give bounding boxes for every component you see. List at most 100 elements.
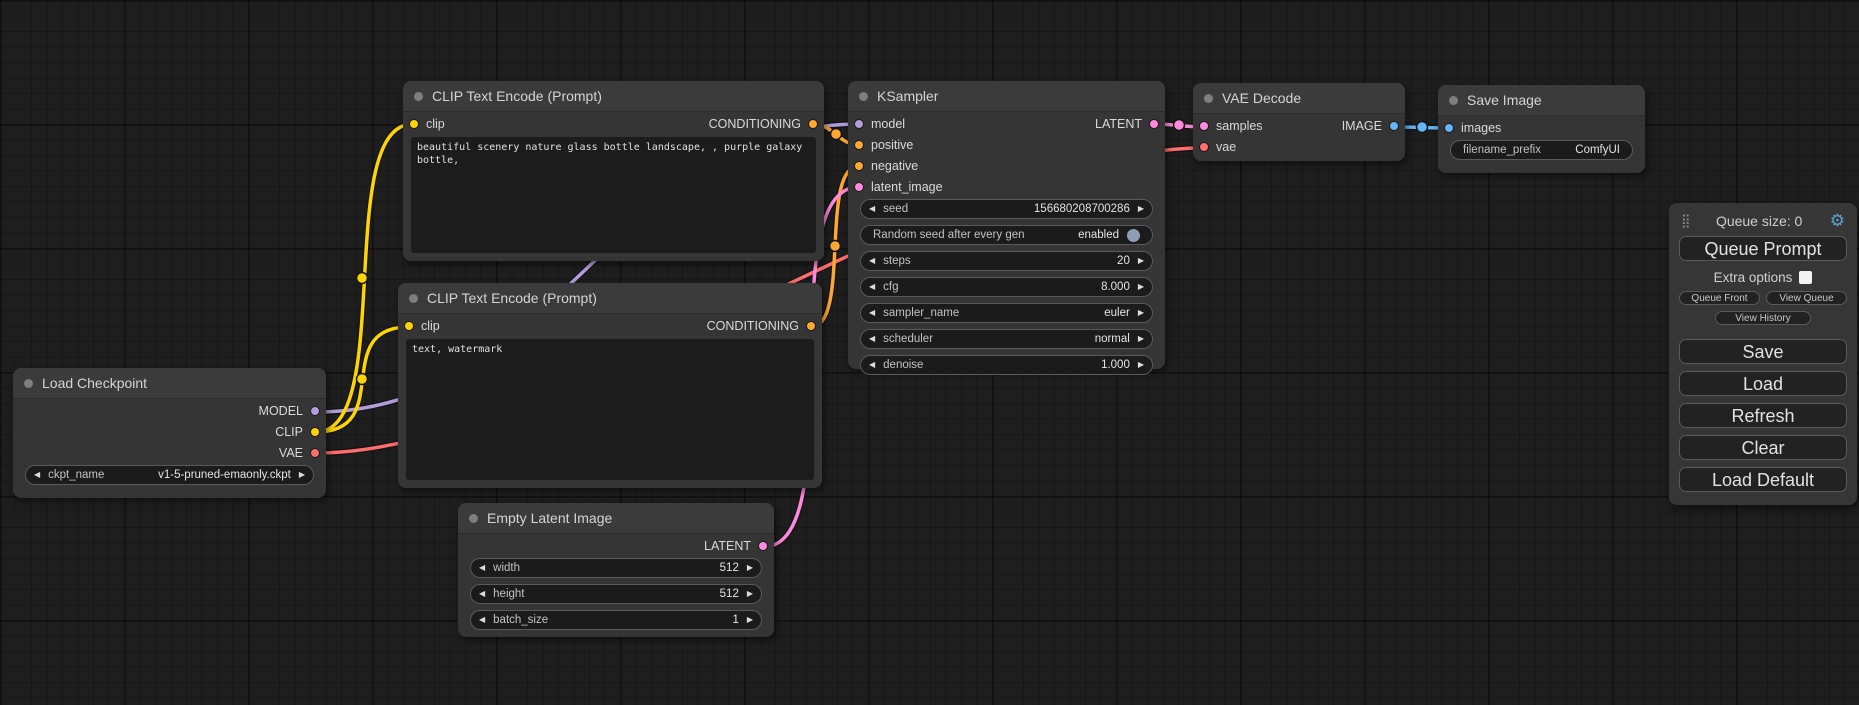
collapse-dot-icon[interactable] [409,294,418,303]
increment-arrow-icon[interactable]: ▶ [1130,200,1152,218]
collapse-dot-icon[interactable] [414,92,423,101]
random-seed-toggle-widget[interactable]: Random seed after every gen enabled [860,225,1153,245]
slot-dot-conditioning-icon[interactable] [854,140,864,150]
load-button[interactable]: Load [1679,371,1847,396]
output-slot-latent[interactable]: LATENT [704,539,774,553]
input-slot-clip[interactable]: clip [403,117,445,131]
batch-size-widget[interactable]: ◀ batch_size 1 ▶ [470,610,762,630]
increment-arrow-icon[interactable]: ▶ [739,611,761,629]
slot-dot-latent-icon[interactable] [758,541,768,551]
queue-front-button[interactable]: Queue Front [1679,291,1760,305]
decrement-arrow-icon[interactable]: ◀ [861,278,883,296]
save-button[interactable]: Save [1679,339,1847,364]
slot-dot-vae-icon[interactable] [1199,142,1209,152]
node-title-bar[interactable]: Save Image [1438,85,1645,116]
collapse-dot-icon[interactable] [24,379,33,388]
drag-handle-icon[interactable]: ⣿ [1681,213,1689,229]
sampler-name-widget[interactable]: ◀ sampler_name euler ▶ [860,303,1153,323]
collapse-dot-icon[interactable] [469,514,478,523]
width-widget[interactable]: ◀ width 512 ▶ [470,558,762,578]
collapse-dot-icon[interactable] [859,92,868,101]
collapse-dot-icon[interactable] [1204,94,1213,103]
decrement-arrow-icon[interactable]: ◀ [861,252,883,270]
increment-arrow-icon[interactable]: ▶ [1130,304,1152,322]
decrement-arrow-icon[interactable]: ◀ [861,356,883,374]
input-slot-positive[interactable]: positive [848,138,913,152]
slot-dot-clip-icon[interactable] [409,119,419,129]
ckpt-name-widget[interactable]: ◀ ckpt_name v1-5-pruned-emaonly.ckpt ▶ [25,465,314,485]
node-title-bar[interactable]: VAE Decode [1193,83,1405,114]
node-load-checkpoint[interactable]: Load Checkpoint MODEL CLIP VAE ◀ ckpt_na… [13,368,326,498]
slot-dot-conditioning-icon[interactable] [808,119,818,129]
node-title-bar[interactable]: CLIP Text Encode (Prompt) [398,283,822,314]
slot-dot-vae-icon[interactable] [310,448,320,458]
node-title-bar[interactable]: KSampler [848,81,1165,112]
clear-button[interactable]: Clear [1679,435,1847,460]
increment-arrow-icon[interactable]: ▶ [739,559,761,577]
input-slot-vae[interactable]: vae [1193,140,1236,154]
settings-gear-icon[interactable]: ⚙ [1830,214,1845,228]
scheduler-widget[interactable]: ◀ scheduler normal ▶ [860,329,1153,349]
node-title-bar[interactable]: CLIP Text Encode (Prompt) [403,81,824,112]
output-slot-conditioning[interactable]: CONDITIONING [709,117,824,131]
decrement-arrow-icon[interactable]: ◀ [861,304,883,322]
input-slot-samples[interactable]: samples [1193,119,1263,133]
node-empty-latent-image[interactable]: Empty Latent Image LATENT ◀ width 512 ▶ … [458,503,774,637]
node-clip-text-encode-positive[interactable]: CLIP Text Encode (Prompt) clip CONDITION… [403,81,824,261]
node-save-image[interactable]: Save Image images filename_prefix ComfyU… [1438,85,1645,173]
node-title-bar[interactable]: Load Checkpoint [13,368,326,399]
steps-widget[interactable]: ◀ steps 20 ▶ [860,251,1153,271]
denoise-widget[interactable]: ◀ denoise 1.000 ▶ [860,355,1153,375]
slot-dot-image-icon[interactable] [1389,121,1399,131]
slot-dot-image-icon[interactable] [1444,123,1454,133]
decrement-arrow-icon[interactable]: ◀ [861,330,883,348]
output-slot-clip[interactable]: CLIP [275,425,326,439]
slot-dot-model-icon[interactable] [854,119,864,129]
increment-arrow-icon[interactable]: ▶ [1130,330,1152,348]
slot-dot-clip-icon[interactable] [310,427,320,437]
increment-arrow-icon[interactable]: ▶ [1130,252,1152,270]
collapse-dot-icon[interactable] [1449,96,1458,105]
cfg-widget[interactable]: ◀ cfg 8.000 ▶ [860,277,1153,297]
output-slot-image[interactable]: IMAGE [1342,119,1405,133]
refresh-button[interactable]: Refresh [1679,403,1847,428]
negative-prompt-textarea[interactable]: text, watermark [406,339,814,480]
increment-arrow-icon[interactable]: ▶ [1130,278,1152,296]
load-default-button[interactable]: Load Default [1679,467,1847,492]
input-slot-model[interactable]: model [848,117,905,131]
decrement-arrow-icon[interactable]: ◀ [861,200,883,218]
node-vae-decode[interactable]: VAE Decode samples IMAGE vae [1193,83,1405,161]
slot-dot-latent-icon[interactable] [854,182,864,192]
output-slot-vae[interactable]: VAE [279,446,326,460]
decrement-arrow-icon[interactable]: ◀ [471,585,493,603]
slot-dot-conditioning-icon[interactable] [854,161,864,171]
slot-dot-latent-icon[interactable] [1199,121,1209,131]
positive-prompt-textarea[interactable]: beautiful scenery nature glass bottle la… [411,137,816,253]
input-slot-latent-image[interactable]: latent_image [848,180,943,194]
decrement-arrow-icon[interactable]: ◀ [471,611,493,629]
extra-options-checkbox[interactable] [1799,271,1812,284]
increment-arrow-icon[interactable]: ▶ [291,466,313,484]
output-slot-conditioning[interactable]: CONDITIONING [707,319,822,333]
input-slot-images[interactable]: images [1438,121,1501,135]
output-slot-latent[interactable]: LATENT [1095,117,1165,131]
seed-widget[interactable]: ◀ seed 156680208700286 ▶ [860,199,1153,219]
node-graph-canvas[interactable]: CLIP Text Encode (Prompt) clip CONDITION… [0,0,1859,705]
height-widget[interactable]: ◀ height 512 ▶ [470,584,762,604]
node-clip-text-encode-negative[interactable]: CLIP Text Encode (Prompt) clip CONDITION… [398,283,822,488]
slot-dot-clip-icon[interactable] [404,321,414,331]
slot-dot-latent-icon[interactable] [1149,119,1159,129]
input-slot-negative[interactable]: negative [848,159,918,173]
view-queue-button[interactable]: View Queue [1766,291,1847,305]
increment-arrow-icon[interactable]: ▶ [1130,356,1152,374]
toggle-knob-icon[interactable] [1127,229,1140,242]
node-title-bar[interactable]: Empty Latent Image [458,503,774,534]
output-slot-model[interactable]: MODEL [259,404,326,418]
queue-prompt-button[interactable]: Queue Prompt [1679,236,1847,261]
node-ksampler[interactable]: KSampler model LATENT positive negative [848,81,1165,369]
view-history-button[interactable]: View History [1715,311,1811,325]
slot-dot-conditioning-icon[interactable] [806,321,816,331]
increment-arrow-icon[interactable]: ▶ [739,585,761,603]
input-slot-clip[interactable]: clip [398,319,440,333]
decrement-arrow-icon[interactable]: ◀ [471,559,493,577]
